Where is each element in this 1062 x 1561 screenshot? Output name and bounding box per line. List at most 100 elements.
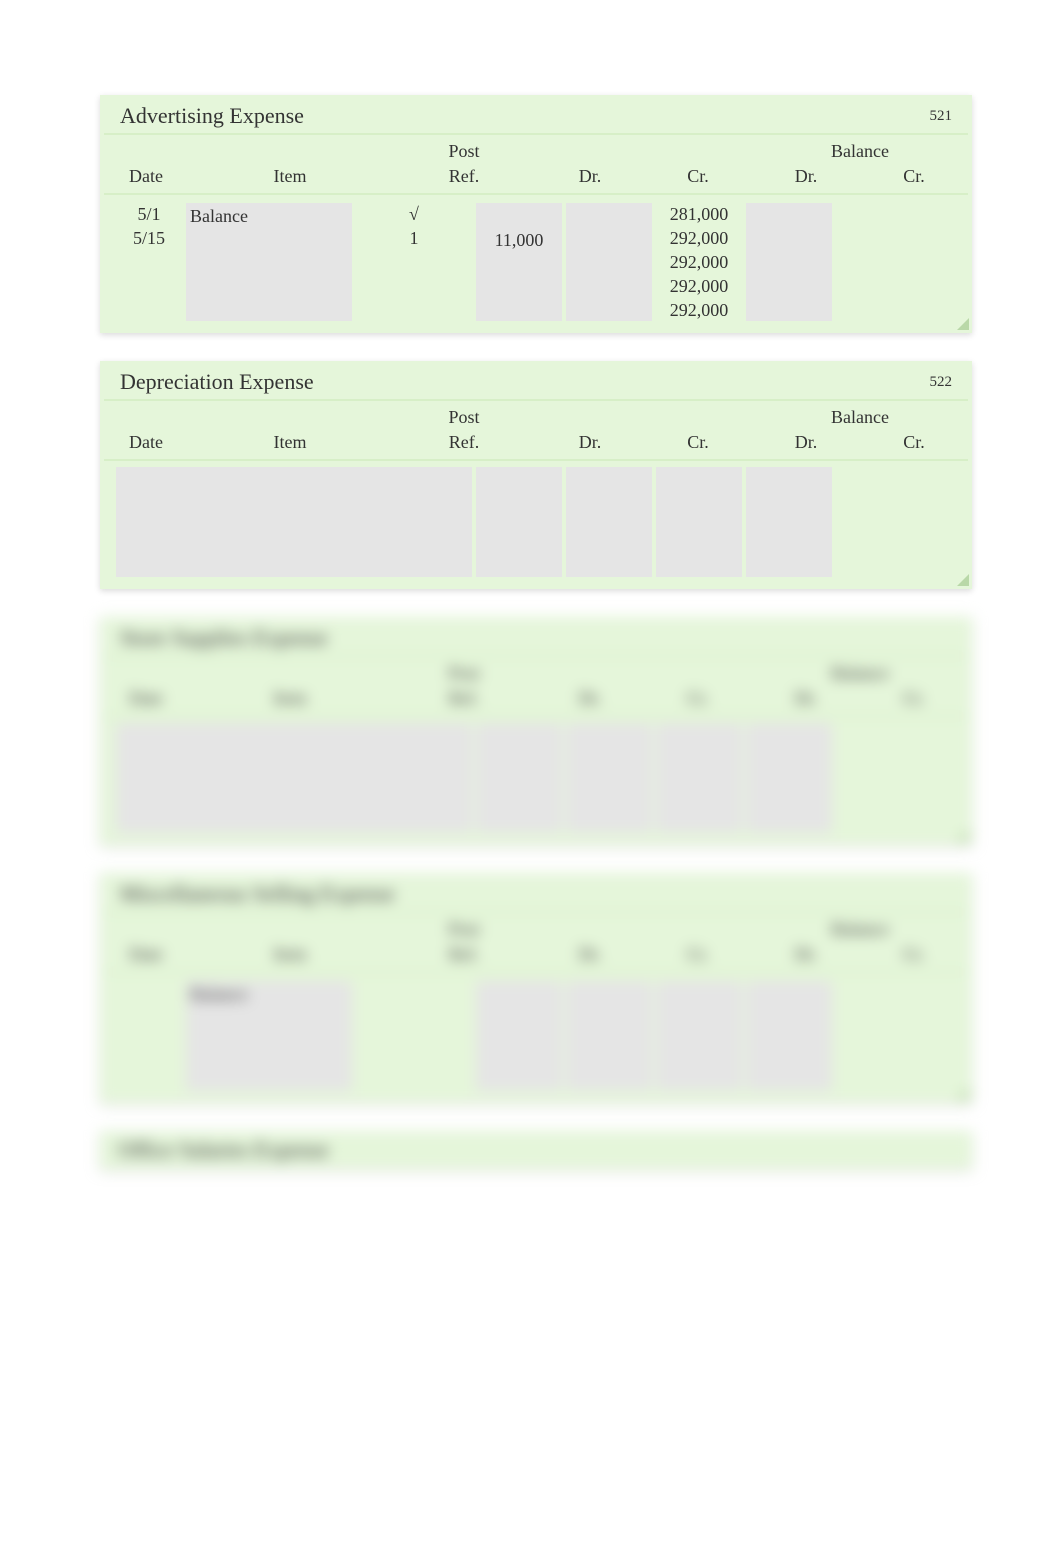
header-balance-cr: Cr.: [860, 942, 968, 971]
divider: [104, 911, 968, 913]
cell-date: [114, 251, 184, 273]
header-cr: Cr.: [644, 686, 752, 715]
header-item: Item: [188, 686, 392, 715]
header-item: Item: [188, 942, 392, 971]
header-date: Date: [104, 686, 188, 715]
cell-date: [114, 981, 184, 1003]
cell-bdr: 292,000: [654, 227, 744, 249]
ledger-title: Store Supplies Expense: [120, 625, 328, 651]
ledger-misc-selling-expense: Miscellaneous Selling Expense Post Balan…: [100, 873, 972, 1103]
ledger-store-supplies-expense: Store Supplies Expense Post Balance Date…: [100, 617, 972, 845]
panel-balance-cr: [746, 467, 832, 577]
header-dr: Dr.: [536, 430, 644, 459]
ledger-header-table: Post Balance Date Item Ref. Dr. Cr. Dr. …: [104, 403, 968, 459]
header-dr: Dr.: [536, 686, 644, 715]
panel-balance-dr: [656, 467, 742, 577]
cell-bdr: [660, 983, 738, 1005]
header-cr: Cr.: [644, 164, 752, 193]
header-post-bot: Ref.: [392, 686, 536, 715]
header-balance-dr: Dr.: [752, 430, 860, 459]
divider: [104, 715, 968, 717]
ledger-title-row: Depreciation Expense 522: [102, 363, 970, 399]
col-cr: [566, 981, 652, 1091]
ledger-title-row: Miscellaneous Selling Expense: [102, 875, 970, 911]
ledger-title-row: Store Supplies Expense: [102, 619, 970, 655]
cell-date: [114, 275, 184, 297]
col-balance-cr: [746, 203, 832, 321]
header-balance-cr: Cr.: [860, 164, 968, 193]
col-post-ref: √ 1: [354, 203, 474, 321]
panel-dr: [476, 723, 562, 833]
divider: [104, 133, 968, 135]
header-balance-cr: Cr.: [860, 430, 968, 459]
panel-cr: [566, 467, 652, 577]
col-post-ref: [354, 981, 474, 1091]
divider: [104, 971, 968, 973]
cell-post: 1: [354, 227, 474, 249]
cell-bdr: 292,000: [654, 251, 744, 273]
header-balance-dr: Dr.: [752, 164, 860, 193]
cell-dr: 11,000: [480, 229, 558, 251]
panel-dr: [476, 467, 562, 577]
header-balance: Balance: [752, 915, 968, 942]
header-post-top: Post: [392, 915, 536, 942]
header-balance-dr: Dr.: [752, 686, 860, 715]
cell-dr: [480, 205, 558, 227]
header-date: Date: [104, 430, 188, 459]
ledger-header-table: Post Balance Date Item Ref. Dr. Cr. Dr. …: [104, 659, 968, 715]
header-balance-cr: Cr.: [860, 686, 968, 715]
header-date: Date: [104, 942, 188, 971]
header-post-bot: Ref.: [392, 430, 536, 459]
col-item: Balance: [186, 981, 352, 1091]
cell-item: Balance: [190, 983, 348, 1005]
cell-cr: [570, 205, 648, 227]
page: Advertising Expense 521 Post Balance Dat…: [0, 0, 1062, 1169]
cell-bdr: 292,000: [654, 275, 744, 297]
header-post-top: Post: [392, 403, 536, 430]
ledger-title: Office Salaries Expense: [118, 1137, 329, 1163]
col-date: 5/1 5/15: [114, 203, 184, 321]
ledger-header-table: Post Balance Date Item Ref. Dr. Cr. Dr. …: [104, 915, 968, 971]
header-post-top: Post: [392, 137, 536, 164]
cell-item: Balance: [190, 205, 348, 227]
header-balance: Balance: [752, 659, 968, 686]
col-item: Balance: [186, 203, 352, 321]
cell-bdr: [660, 1055, 738, 1077]
divider: [104, 459, 968, 461]
account-number: 521: [930, 108, 953, 125]
header-item: Item: [188, 164, 392, 193]
panel-balance-dr: [656, 723, 742, 833]
cell-date: 5/15: [114, 227, 184, 249]
cell-date: [114, 299, 184, 321]
header-balance-dr: Dr.: [752, 942, 860, 971]
header-date: Date: [104, 164, 188, 193]
col-cr: [566, 203, 652, 321]
divider: [104, 193, 968, 195]
ledger-title: Miscellaneous Selling Expense: [120, 881, 395, 907]
ledger-depreciation-expense: Depreciation Expense 522 Post Balance Da…: [100, 361, 972, 589]
ledger-advertising-expense: Advertising Expense 521 Post Balance Dat…: [100, 95, 972, 333]
divider: [104, 399, 968, 401]
header-cr: Cr.: [644, 942, 752, 971]
header-dr: Dr.: [536, 164, 644, 193]
col-dr: 11,000: [476, 203, 562, 321]
ledger-title-row: Advertising Expense 521: [102, 97, 970, 133]
cell-bdr: 281,000: [654, 203, 744, 225]
cell-bdr: 292,000: [654, 299, 744, 321]
ledger-body: Balance: [102, 975, 970, 1099]
col-dr: [476, 981, 562, 1091]
header-post-bot: Ref.: [392, 942, 536, 971]
header-dr: Dr.: [536, 942, 644, 971]
header-cr: Cr.: [644, 430, 752, 459]
ledger-office-salaries-expense-stub: Office Salaries Expense: [100, 1131, 972, 1169]
account-number: 522: [930, 374, 953, 391]
header-item: Item: [188, 430, 392, 459]
panel-balance-cr: [746, 723, 832, 833]
header-balance: Balance: [752, 137, 968, 164]
cell-bdr: [660, 1031, 738, 1053]
col-balance-dr: [656, 981, 742, 1091]
panel-date-item-post: [116, 723, 472, 833]
panel-date-item-post: [116, 467, 472, 577]
panel-cr: [566, 723, 652, 833]
ledger-header-table: Post Balance Date Item Ref. Dr. Cr. Dr. …: [104, 137, 968, 193]
